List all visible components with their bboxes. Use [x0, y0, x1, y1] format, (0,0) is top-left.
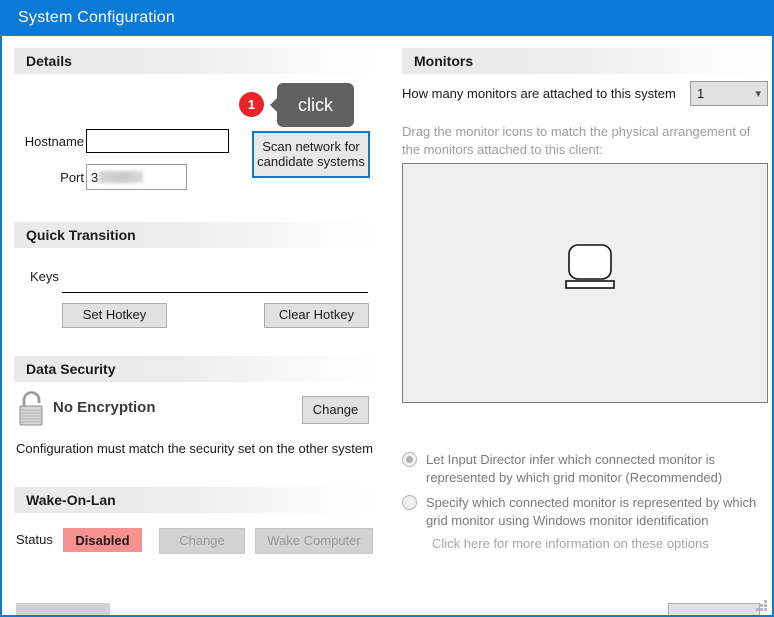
radio-infer-icon[interactable] — [402, 452, 417, 467]
set-hotkey-button-label: Set Hotkey — [82, 307, 147, 323]
dialog-content: Details Hostname Port 3 Scan network for… — [2, 36, 772, 615]
data-security-section-title: Data Security — [26, 361, 116, 377]
clear-hotkey-button[interactable]: Clear Hotkey — [264, 303, 369, 328]
tooltip-arrow-icon — [270, 97, 278, 113]
click-annotation-badge: 1 — [239, 92, 264, 117]
ok-button-label: OK — [53, 612, 73, 615]
wake-computer-button-label: Wake Computer — [267, 532, 361, 548]
cancel-button-label: Cancel — [692, 612, 736, 615]
chevron-down-icon: ▾ — [755, 88, 761, 100]
set-hotkey-button[interactable]: Set Hotkey — [62, 303, 167, 328]
radio-infer-label: Let Input Director infer which connected… — [426, 452, 723, 486]
data-security-change-button[interactable]: Change — [302, 396, 369, 424]
monitor-icon[interactable] — [565, 243, 615, 291]
monitor-drag-instruction: Drag the monitor icons to match the phys… — [402, 124, 751, 157]
system-configuration-dialog: System Configuration Details Hostname Po… — [0, 0, 774, 617]
monitors-section-header: Monitors — [402, 48, 770, 74]
data-security-change-label: Change — [312, 401, 359, 417]
details-section-title: Details — [26, 53, 72, 69]
wake-on-lan-section-header: Wake-On-Lan — [14, 487, 378, 513]
wake-on-lan-status-badge: Disabled — [63, 528, 142, 552]
keys-value-underline[interactable] — [62, 292, 368, 293]
left-pane: Details Hostname Port 3 Scan network for… — [2, 36, 390, 615]
monitor-count-value: 1 — [697, 86, 705, 101]
keys-label: Keys — [30, 269, 59, 284]
monitors-section-title: Monitors — [414, 53, 474, 69]
clear-hotkey-button-label: Clear Hotkey — [278, 307, 355, 323]
title-bar: System Configuration — [2, 0, 772, 36]
data-security-note: Configuration must match the security se… — [16, 441, 373, 456]
click-annotation-text: click — [298, 94, 333, 115]
data-security-section-header: Data Security — [14, 356, 378, 382]
ok-button[interactable]: OK — [16, 603, 110, 615]
port-value: 3 — [91, 169, 99, 185]
wake-on-lan-status-label: Status — [16, 532, 53, 547]
radio-specify-label: Specify which connected monitor is repre… — [426, 495, 757, 529]
wake-on-lan-change-button[interactable]: Change — [159, 528, 245, 554]
monitor-arrangement-grid[interactable] — [402, 163, 768, 403]
hostname-input[interactable] — [86, 129, 229, 153]
monitor-count-question: How many monitors are attached to this s… — [402, 86, 676, 101]
port-label: Port — [60, 170, 84, 185]
quick-transition-section-title: Quick Transition — [26, 227, 136, 243]
radio-option-infer[interactable]: Let Input Director infer which connected… — [402, 451, 762, 487]
radio-option-specify[interactable]: Specify which connected monitor is repre… — [402, 494, 770, 530]
resize-grip[interactable] — [756, 600, 768, 612]
details-section-header: Details — [14, 48, 378, 74]
wake-on-lan-change-label: Change — [179, 532, 225, 548]
scan-network-button-label: Scan network for candidate systems — [257, 138, 365, 169]
port-input[interactable]: 3 — [86, 164, 187, 190]
open-padlock-icon — [19, 391, 43, 426]
hostname-label: Hostname — [24, 134, 84, 149]
click-annotation-tooltip: click — [270, 83, 354, 127]
wake-computer-button[interactable]: Wake Computer — [255, 528, 373, 554]
quick-transition-section-header: Quick Transition — [14, 222, 378, 248]
port-redaction-mask — [99, 171, 144, 183]
cancel-button[interactable]: Cancel — [668, 603, 760, 615]
encryption-status-label: No Encryption — [53, 399, 156, 416]
monitor-count-dropdown[interactable]: 1 ▾ — [690, 81, 768, 106]
radio-specify-icon[interactable] — [402, 495, 417, 510]
wake-on-lan-section-title: Wake-On-Lan — [26, 492, 116, 508]
scan-network-button[interactable]: Scan network for candidate systems — [252, 131, 370, 178]
more-information-link[interactable]: Click here for more information on these… — [432, 536, 709, 551]
window-title: System Configuration — [18, 9, 175, 26]
click-annotation-number: 1 — [247, 97, 256, 112]
